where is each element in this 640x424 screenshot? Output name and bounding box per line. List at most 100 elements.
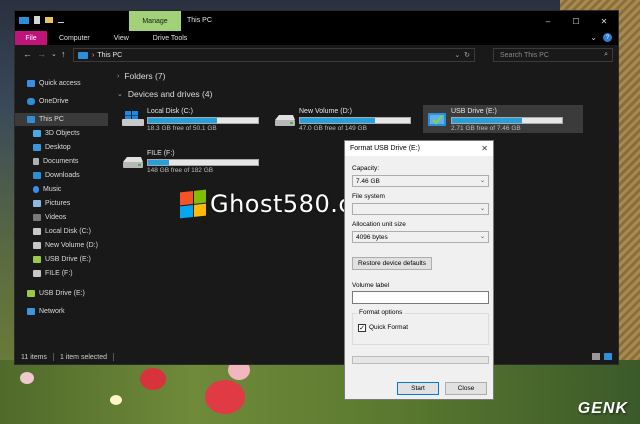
drive-name: FILE (F:)	[147, 150, 175, 157]
drive-usb-drive-e[interactable]: USB Drive (E:) 2.71 GB free of 7.46 GB	[423, 105, 583, 133]
drive-new-volume-d[interactable]: New Volume (D:) 47.0 GB free of 149 GB	[271, 105, 419, 133]
nav-item-new-volume-d[interactable]: New Volume (D:)	[15, 239, 108, 252]
customize-toolbar-icon[interactable]	[58, 17, 64, 23]
cube-icon	[33, 130, 41, 137]
tab-view[interactable]: View	[102, 31, 141, 45]
drive-usage-fill	[148, 118, 218, 123]
dialog-title: Format USB Drive (E:)	[350, 145, 421, 152]
quick-format-checkbox[interactable]: ✓	[358, 324, 366, 332]
address-bar[interactable]: › This PC ⌄ ↻	[73, 48, 475, 62]
capacity-select[interactable]: 7.46 GB ⌄	[352, 175, 489, 187]
disk-icon	[123, 157, 143, 168]
close-button[interactable]: ✕	[590, 11, 618, 31]
nav-item-label: USB Drive (E:)	[39, 290, 85, 297]
folders-header-label: Folders (7)	[124, 71, 166, 81]
forward-button[interactable]: →	[37, 49, 46, 59]
genk-logo: GENK	[577, 400, 628, 417]
network-icon	[27, 308, 35, 315]
address-row: ← → ⌄ ↑ › This PC ⌄ ↻ Search This PC ⌕	[15, 45, 618, 65]
nav-item-file-f[interactable]: FILE (F:)	[15, 267, 108, 280]
nav-item-onedrive[interactable]: OneDrive	[15, 95, 108, 108]
disk-icon	[33, 228, 41, 235]
nav-item-documents[interactable]: Documents	[15, 155, 108, 168]
pc-icon	[27, 116, 35, 123]
drive-local-disk-c[interactable]: Local Disk (C:) 18.3 GB free of 50.1 GB	[119, 105, 267, 133]
nav-item-label: Network	[39, 308, 65, 315]
search-icon[interactable]: ⌕	[604, 51, 608, 59]
format-options-title: Format options	[357, 309, 405, 316]
back-button[interactable]: ←	[23, 49, 32, 59]
nav-item-label: USB Drive (E:)	[45, 256, 91, 263]
tab-computer[interactable]: Computer	[47, 31, 102, 45]
nav-item-local-disk-c[interactable]: Local Disk (C:)	[15, 225, 108, 238]
nav-item-label: Desktop	[45, 144, 71, 151]
restore-defaults-button[interactable]: Restore device defaults	[352, 257, 432, 270]
drive-free-space: 18.3 GB free of 50.1 GB	[147, 125, 217, 132]
nav-item-label: OneDrive	[39, 98, 69, 105]
chevron-right-icon: ›	[117, 72, 120, 80]
folders-group-header[interactable]: › Folders (7)	[117, 71, 165, 81]
search-placeholder: Search This PC	[500, 51, 549, 59]
nav-item-network[interactable]: Network	[15, 305, 108, 318]
chevron-down-icon[interactable]: ⌄	[590, 33, 597, 42]
quick-access-toolbar	[19, 16, 64, 24]
star-icon	[27, 80, 35, 87]
large-icons-view-icon[interactable]	[604, 353, 612, 360]
capacity-label: Capacity:	[352, 165, 380, 172]
music-icon	[33, 186, 39, 193]
disk-icon	[33, 270, 41, 277]
dialog-close-icon[interactable]: ✕	[481, 144, 488, 153]
nav-item-label: Music	[43, 186, 62, 193]
start-button[interactable]: Start	[397, 382, 439, 395]
nav-item-downloads[interactable]: Downloads	[15, 169, 108, 182]
drive-usage-fill	[300, 118, 375, 123]
dialog-close-button[interactable]: Close	[445, 382, 487, 395]
minimize-button[interactable]: –	[534, 11, 562, 31]
refresh-icon[interactable]: ↻	[464, 52, 470, 59]
maximize-button[interactable]: ☐	[562, 11, 590, 31]
usb-icon	[27, 290, 35, 297]
allocation-label: Allocation unit size	[352, 221, 406, 228]
chevron-down-icon: ⌄	[479, 206, 485, 212]
properties-icon[interactable]	[34, 16, 40, 24]
up-button[interactable]: ↑	[61, 49, 66, 59]
dialog-title-bar: Format USB Drive (E:) ✕	[345, 141, 493, 156]
title-bar: Manage This PC – ☐ ✕	[15, 11, 618, 31]
tab-file[interactable]: File	[15, 31, 47, 45]
nav-item-desktop[interactable]: Desktop	[15, 141, 108, 154]
filesystem-select[interactable]: ⌄	[352, 203, 489, 215]
pc-icon[interactable]	[19, 16, 29, 24]
devices-group-header[interactable]: ⌄ Devices and drives (4)	[117, 89, 212, 99]
nav-item-3d-objects[interactable]: 3D Objects	[15, 127, 108, 140]
view-switcher	[592, 353, 612, 360]
allocation-select[interactable]: 4096 bytes ⌄	[352, 231, 489, 243]
nav-item-pictures[interactable]: Pictures	[15, 197, 108, 210]
recent-locations-button[interactable]: ⌄	[51, 50, 57, 58]
ribbon-tabs: File Computer View Drive Tools ⌄ ?	[15, 31, 618, 45]
tab-drive-tools[interactable]: Drive Tools	[141, 31, 200, 45]
nav-item-usb-drive-e[interactable]: USB Drive (E:)	[15, 253, 108, 266]
nav-item-label: FILE (F:)	[45, 270, 73, 277]
details-view-icon[interactable]	[592, 353, 600, 360]
address-dropdown-icon[interactable]: ⌄	[454, 52, 460, 59]
new-folder-icon[interactable]	[45, 17, 53, 23]
breadcrumb-this-pc[interactable]: This PC	[97, 52, 122, 59]
help-icon[interactable]: ?	[603, 33, 612, 42]
usb-icon	[428, 113, 446, 126]
flower	[205, 380, 245, 414]
search-input[interactable]: Search This PC ⌕	[493, 48, 613, 62]
nav-item-this-pc[interactable]: This PC	[15, 113, 108, 126]
document-icon	[33, 158, 39, 165]
nav-item-usb-drive-e-root[interactable]: USB Drive (E:)	[15, 287, 108, 300]
volume-label-input[interactable]	[352, 291, 489, 304]
quick-format-label: Quick Format	[369, 324, 409, 331]
tab-manage[interactable]: Manage	[129, 11, 181, 31]
drive-file-f[interactable]: FILE (F:) 148 GB free of 182 GB	[119, 147, 267, 175]
chevron-down-icon: ⌄	[479, 178, 485, 184]
filesystem-label: File system	[352, 193, 385, 200]
flower	[140, 368, 166, 390]
nav-item-quick-access[interactable]: Quick access	[15, 77, 108, 90]
nav-item-music[interactable]: Music	[15, 183, 108, 196]
nav-item-videos[interactable]: Videos	[15, 211, 108, 224]
drive-usage-fill	[148, 160, 169, 165]
